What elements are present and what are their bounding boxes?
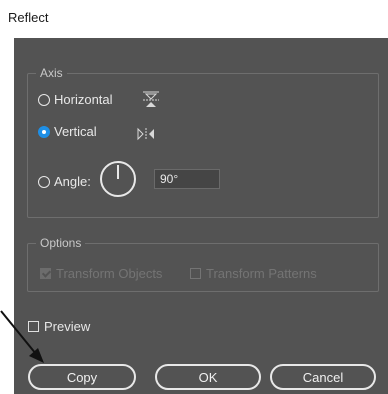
horizontal-radio-label: Horizontal xyxy=(54,92,113,107)
dialog-panel: Axis Horizontal Vertical Angle: 90° Opti… xyxy=(14,38,388,394)
dialog-titlebar: Reflect xyxy=(0,0,388,38)
transform-patterns-check[interactable] xyxy=(190,268,201,279)
transform-patterns-checkbox[interactable]: Transform Patterns xyxy=(190,266,317,281)
vertical-radio[interactable]: Vertical xyxy=(38,124,97,139)
preview-label: Preview xyxy=(44,319,91,334)
reflect-horizontal-icon xyxy=(142,91,160,114)
angle-dial-needle xyxy=(117,165,119,179)
axis-legend: Axis xyxy=(40,66,63,80)
ok-button[interactable]: OK xyxy=(155,364,261,390)
transform-objects-checkbox[interactable]: Transform Objects xyxy=(40,266,162,281)
cancel-button[interactable]: Cancel xyxy=(270,364,376,390)
options-legend: Options xyxy=(40,236,82,250)
angle-radio-label: Angle: xyxy=(54,174,91,189)
options-group: Options xyxy=(27,236,379,292)
dialog-title: Reflect xyxy=(8,10,49,25)
transform-objects-label: Transform Objects xyxy=(56,266,163,281)
arrow-pointer-icon xyxy=(0,310,46,369)
transform-objects-check[interactable] xyxy=(40,268,51,279)
vertical-radio-button[interactable] xyxy=(38,125,50,138)
transform-patterns-label: Transform Patterns xyxy=(206,266,317,281)
reflect-vertical-icon xyxy=(136,127,156,146)
horizontal-radio[interactable]: Horizontal xyxy=(38,92,113,107)
horizontal-radio-button[interactable] xyxy=(38,93,50,106)
angle-radio-button[interactable] xyxy=(38,175,50,188)
angle-input[interactable]: 90° xyxy=(154,169,220,189)
angle-radio[interactable]: Angle: xyxy=(38,174,91,189)
vertical-radio-label: Vertical xyxy=(54,124,97,139)
angle-dial-icon[interactable] xyxy=(100,161,136,197)
axis-group: Axis xyxy=(27,66,379,218)
